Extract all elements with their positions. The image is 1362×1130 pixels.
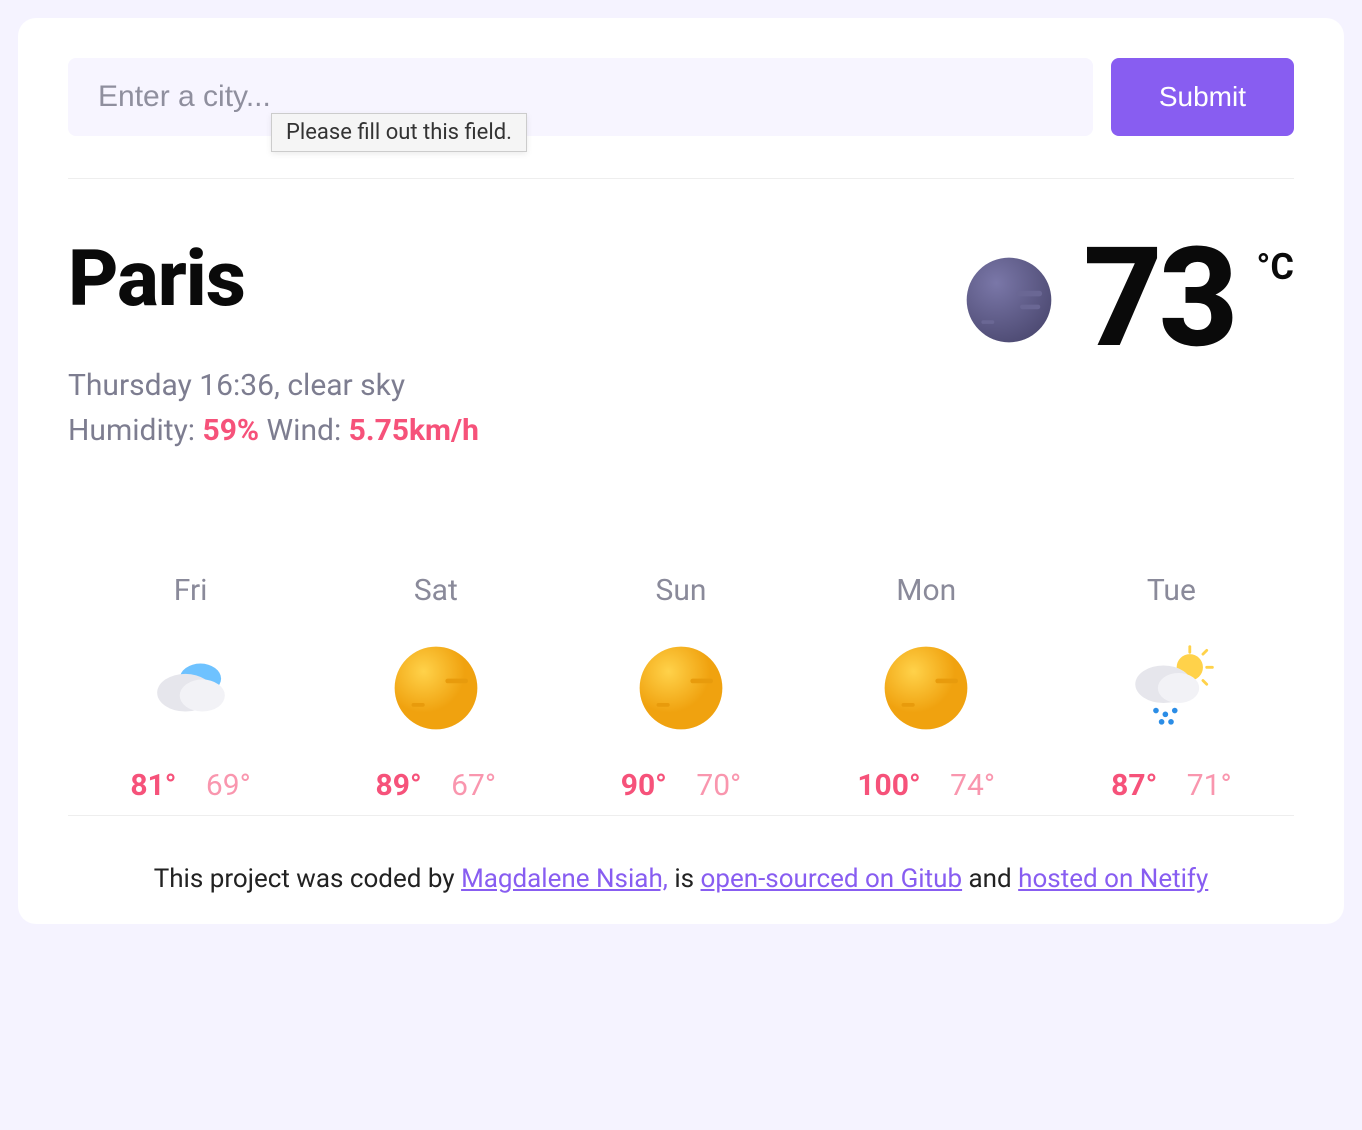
- current-weather: Paris Thursday 16:36, clear sky Humidity…: [68, 234, 1294, 453]
- night-clear-icon: [963, 254, 1055, 346]
- forecast-day-label: Sun: [558, 573, 803, 608]
- temperature-unit: °C: [1256, 246, 1294, 288]
- forecast-day-label: Fri: [68, 573, 313, 608]
- forecast-hi: 81°: [130, 768, 176, 803]
- forecast-lo: 69°: [206, 768, 251, 803]
- source-link[interactable]: open-sourced on Gitub: [701, 864, 963, 894]
- forecast-hi: 89°: [376, 768, 422, 803]
- host-link[interactable]: hosted on Netify: [1018, 864, 1208, 894]
- humidity-value: 59%: [202, 413, 259, 448]
- forecast-day-label: Mon: [804, 573, 1049, 608]
- forecast-temps: 89° 67°: [313, 768, 558, 803]
- cloudy-icon: [68, 608, 313, 768]
- forecast-hi: 100°: [857, 768, 920, 803]
- forecast-temps: 87° 71°: [1049, 768, 1294, 803]
- forecast-temps: 81° 69°: [68, 768, 313, 803]
- forecast-row: Fri 81° 69° Sat: [68, 573, 1294, 816]
- forecast-lo: 74°: [950, 768, 995, 803]
- forecast-day-label: Sat: [313, 573, 558, 608]
- city-input[interactable]: [68, 58, 1093, 136]
- datetime-condition: Thursday 16:36, clear sky: [68, 363, 479, 408]
- validation-tooltip: Please fill out this field.: [271, 113, 527, 152]
- current-left: Paris Thursday 16:36, clear sky Humidity…: [68, 234, 479, 453]
- wind-label: Wind:: [267, 413, 342, 448]
- weather-meta: Thursday 16:36, clear sky Humidity: 59% …: [68, 363, 479, 453]
- forecast-lo: 70°: [696, 768, 741, 803]
- wind-value: 5.75km/h: [349, 413, 479, 448]
- author-link[interactable]: Magdalene Nsiah,: [461, 864, 668, 894]
- footer-text: This project was coded by: [154, 864, 461, 894]
- forecast-hi: 90°: [621, 768, 667, 803]
- forecast-temps: 100° 74°: [804, 768, 1049, 803]
- forecast-day-label: Tue: [1049, 573, 1294, 608]
- weather-card: Submit Please fill out this field. Paris…: [18, 18, 1344, 924]
- submit-button[interactable]: Submit: [1111, 58, 1294, 136]
- forecast-day: Tue: [1049, 573, 1294, 803]
- city-name: Paris: [68, 234, 479, 325]
- forecast-day: Sun 90° 70°: [558, 573, 803, 803]
- forecast-lo: 71°: [1187, 768, 1232, 803]
- forecast-temps: 90° 70°: [558, 768, 803, 803]
- humidity-label: Humidity:: [68, 413, 195, 448]
- forecast-lo: 67°: [451, 768, 496, 803]
- sunny-icon: [558, 608, 803, 768]
- footer-text: and: [969, 864, 1019, 894]
- divider: [68, 178, 1294, 179]
- forecast-day: Sat 89° 67°: [313, 573, 558, 803]
- forecast-hi: 87°: [1111, 768, 1157, 803]
- forecast-day: Fri 81° 69°: [68, 573, 313, 803]
- current-right: 73 °C: [963, 234, 1294, 357]
- footer-text: is: [674, 864, 700, 894]
- search-row: Submit Please fill out this field.: [68, 58, 1294, 136]
- sunny-icon: [313, 608, 558, 768]
- stats-line: Humidity: 59% Wind: 5.75km/h: [68, 408, 479, 453]
- rain-sun-icon: [1049, 608, 1294, 768]
- footer-credit: This project was coded by Magdalene Nsia…: [68, 864, 1294, 894]
- forecast-day: Mon 100° 74°: [804, 573, 1049, 803]
- sunny-icon: [804, 608, 1049, 768]
- current-temperature: 73: [1083, 240, 1234, 357]
